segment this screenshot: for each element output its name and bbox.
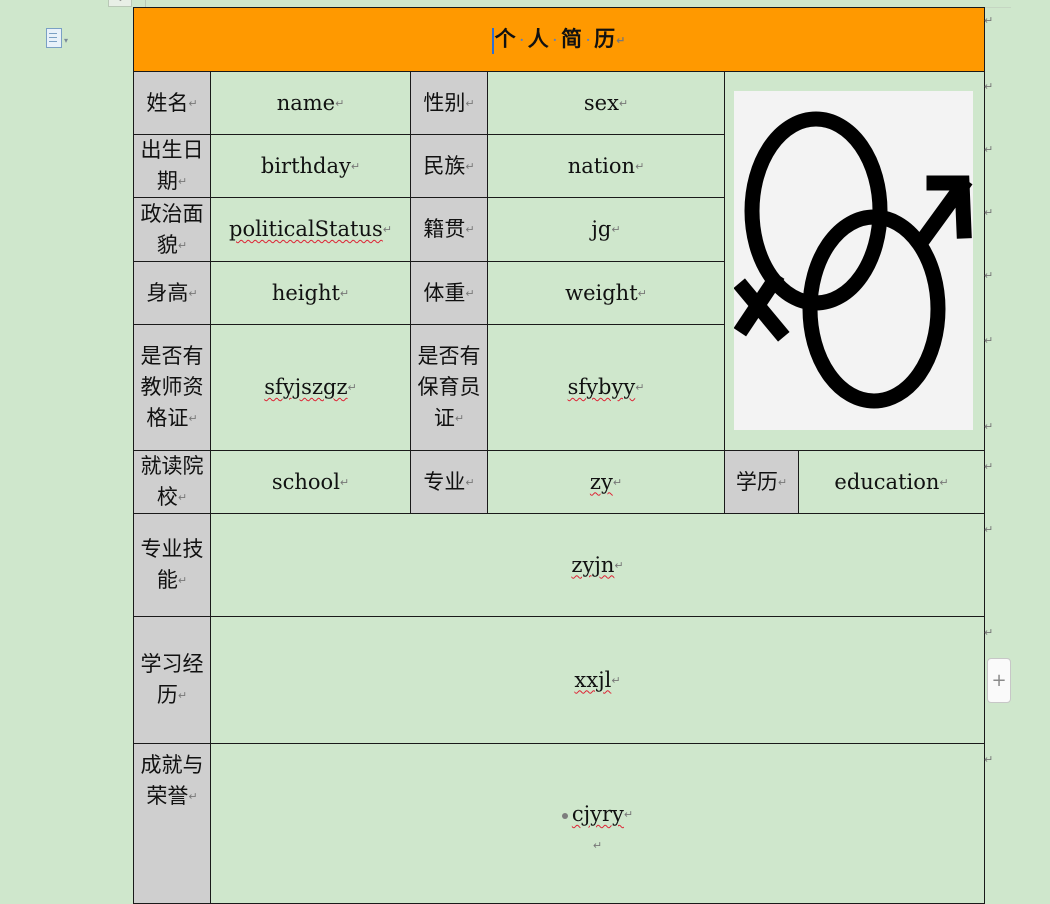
education-label[interactable]: 学历↵: [724, 450, 799, 514]
sex-label[interactable]: 性别↵: [410, 71, 488, 135]
title-char: 简: [560, 26, 583, 51]
paragraph-mark: ↵: [592, 839, 603, 852]
row-end-marks: ↵ ↵ ↵ ↵ ↵ ↵ ↵ ↵ ↵ ↵ ↵: [984, 14, 994, 766]
document-line: [49, 33, 57, 34]
resume-table: 个 · 人 · 简 · 历↵ 姓名↵ name↵ 性别↵ sex↵ 出生日期↵ …: [133, 7, 985, 904]
nanny-cert-value[interactable]: sfybyy↵: [487, 324, 725, 451]
height-label[interactable]: 身高↵: [133, 261, 211, 325]
skills-value[interactable]: zyjn↵: [210, 513, 985, 617]
honors-label[interactable]: 成就与荣誉↵: [133, 743, 211, 904]
height-value[interactable]: height↵: [210, 261, 411, 325]
photo-cell[interactable]: [724, 71, 985, 451]
nanny-cert-label[interactable]: 是否有保育员证↵: [410, 324, 488, 451]
political-status-label[interactable]: 政治面貌↵: [133, 197, 211, 262]
native-place-label[interactable]: 籍贯↵: [410, 197, 488, 262]
bullet-icon: [561, 812, 568, 819]
birthday-value[interactable]: birthday↵: [210, 134, 411, 198]
title-char: 历: [594, 26, 617, 51]
skills-label[interactable]: 专业技能↵: [133, 513, 211, 617]
nation-label[interactable]: 民族↵: [410, 134, 488, 198]
school-label[interactable]: 就读院校↵: [133, 450, 211, 514]
teacher-cert-label[interactable]: 是否有教师资格证↵: [133, 324, 211, 451]
document-line: [49, 37, 57, 38]
photo-image[interactable]: [733, 91, 973, 430]
political-status-value[interactable]: politicalStatus↵: [210, 197, 411, 262]
native-place-value[interactable]: jg↵: [487, 197, 725, 262]
birthday-label[interactable]: 出生日期↵: [133, 134, 211, 198]
document-line: [49, 41, 57, 42]
major-value[interactable]: zy↵: [487, 450, 725, 514]
weight-value[interactable]: weight↵: [487, 261, 725, 325]
study-history-label[interactable]: 学习经历↵: [133, 616, 211, 744]
resume-title[interactable]: 个 · 人 · 简 · 历↵: [133, 7, 985, 72]
nation-value[interactable]: nation↵: [487, 134, 725, 198]
study-history-value[interactable]: xxjl↵: [210, 616, 985, 744]
chevron-down-icon: ▾: [64, 36, 69, 45]
school-value[interactable]: school↵: [210, 450, 411, 514]
document-icon[interactable]: ▾: [46, 28, 68, 48]
text-cursor: [491, 27, 494, 54]
name-value[interactable]: name↵: [210, 71, 411, 135]
major-label[interactable]: 专业↵: [410, 450, 488, 514]
honors-value[interactable]: cjyry↵ ↵: [210, 743, 985, 904]
title-char: 人: [527, 26, 550, 51]
arrow-down-icon: ⇩: [117, 0, 124, 3]
teacher-cert-value[interactable]: sfyjszgz↵: [210, 324, 411, 451]
document-sheet: [46, 28, 62, 48]
sex-value[interactable]: sex↵: [487, 71, 725, 135]
title-char: 个: [494, 26, 517, 51]
gender-symbol-icon: [733, 111, 973, 409]
weight-label[interactable]: 体重↵: [410, 261, 488, 325]
name-label[interactable]: 姓名↵: [133, 71, 211, 135]
add-row-button[interactable]: +: [987, 658, 1011, 703]
space-dot: ·: [585, 33, 592, 47]
table-move-handle[interactable]: ⇩: [108, 0, 132, 7]
education-value[interactable]: education↵: [798, 450, 985, 514]
paragraph-mark: ↵: [616, 34, 627, 47]
space-dot: ·: [519, 33, 525, 47]
space-dot: ·: [552, 33, 558, 47]
